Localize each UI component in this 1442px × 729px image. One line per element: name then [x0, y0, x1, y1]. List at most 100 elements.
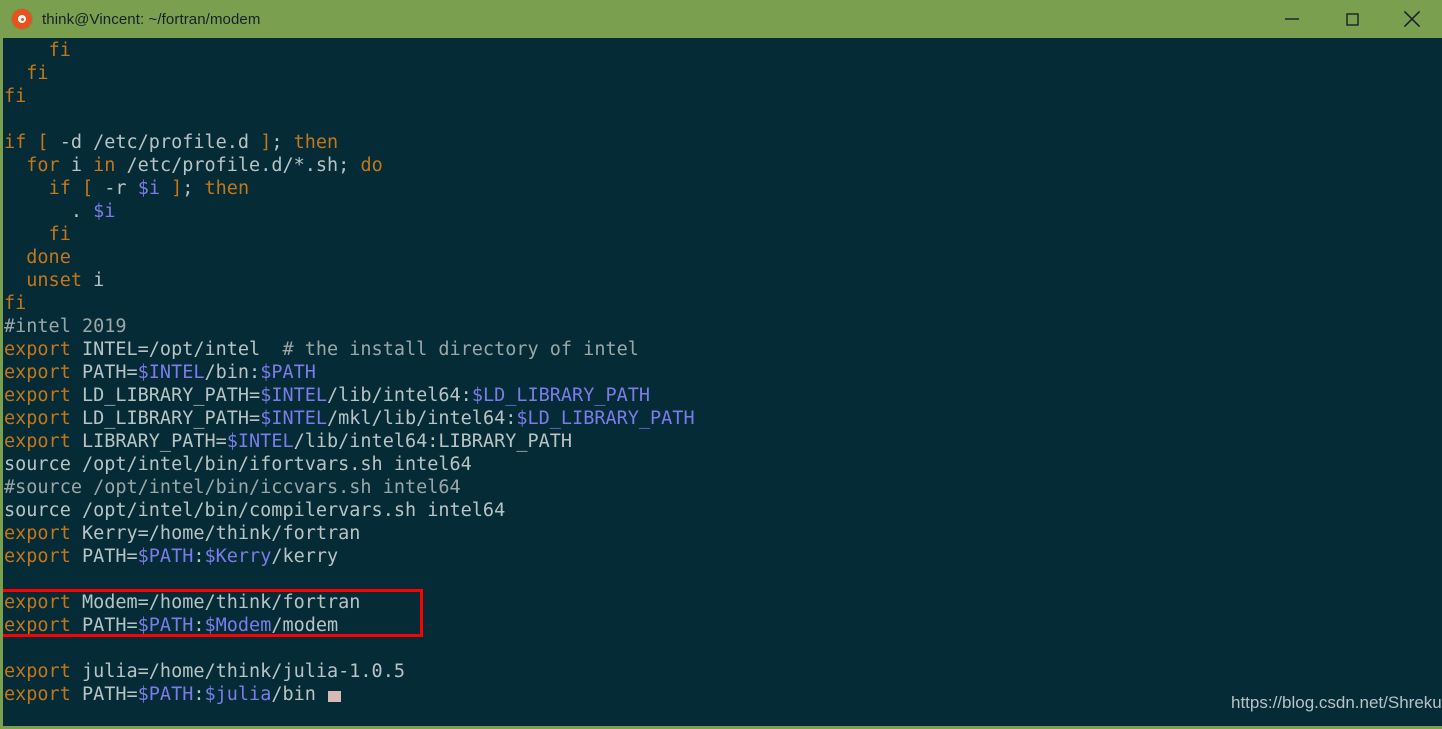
code-token-var: $LD_LIBRARY_PATH [516, 408, 695, 429]
code-token-kw: fi [48, 224, 71, 245]
code-token-txt: : [193, 546, 205, 567]
code-line: export PATH=$INTEL/bin:$PATH [3, 361, 1442, 384]
code-token-kw: export [4, 546, 71, 567]
code-line: export PATH=$PATH:$Modem/modem [3, 614, 1442, 637]
code-token-txt: /bin: [204, 362, 261, 383]
code-token-txt: : [193, 684, 205, 705]
code-line: fi [3, 292, 1442, 315]
code-line: fi [3, 39, 1442, 62]
code-token-kw: fi [26, 63, 49, 84]
csdn-watermark: https://blog.csdn.net/Shrekul [1231, 693, 1442, 712]
code-line: export PATH=$PATH:$julia/bin [3, 683, 1442, 706]
code-token-kw: export [4, 362, 71, 383]
code-line: source /opt/intel/bin/ifortvars.sh intel… [3, 453, 1442, 476]
code-token-txt: PATH= [70, 615, 138, 636]
code-token-txt: LD_LIBRARY_PATH= [70, 385, 261, 406]
code-line: export LIBRARY_PATH=$INTEL/lib/intel64:L… [3, 430, 1442, 453]
code-line: fi [3, 223, 1442, 246]
code-token-kw: fi [48, 40, 71, 61]
vim-buffer-lines: fi fi fi if [ -d /etc/profile.d ]; then f… [3, 39, 1442, 706]
maximize-button[interactable] [1322, 0, 1382, 38]
code-line: export julia=/home/think/julia-1.0.5 [3, 660, 1442, 683]
code-token-txt: ; [182, 178, 205, 199]
code-token-kw: for [26, 155, 60, 176]
window-title: think@Vincent: ~/fortran/modem [42, 10, 261, 28]
code-token-kw: export [4, 684, 71, 705]
code-line: source /opt/intel/bin/compilervars.sh in… [3, 499, 1442, 522]
code-line: #source /opt/intel/bin/iccvars.sh intel6… [3, 476, 1442, 499]
code-token-txt: i [59, 155, 94, 176]
code-token-kw: export [4, 661, 71, 682]
minimize-button[interactable] [1262, 0, 1322, 38]
ubuntu-logo-icon [12, 9, 32, 29]
terminal-frame: fi fi fi if [ -d /etc/profile.d ]; then f… [0, 38, 1442, 729]
code-token-var: $PATH [137, 615, 194, 636]
code-line: #intel 2019 [3, 315, 1442, 338]
code-token-txt: /kerry [271, 546, 339, 567]
code-token-kw: if [48, 178, 71, 199]
code-line: if [ -r $i ]; then [3, 177, 1442, 200]
code-token-kw: export [4, 523, 71, 544]
code-token-txt: source /opt/intel/bin/ifortvars.sh intel… [4, 454, 472, 475]
window-titlebar[interactable]: think@Vincent: ~/fortran/modem [0, 0, 1442, 38]
code-token-txt: LIBRARY_PATH= [70, 431, 227, 452]
code-token-kw: done [26, 247, 71, 268]
code-token-txt: INTEL=/opt/intel [70, 339, 283, 360]
code-token-var: $INTEL [260, 408, 328, 429]
code-token-var: $PATH [137, 546, 194, 567]
code-token-var: $PATH [260, 362, 316, 383]
code-line: for i in /etc/profile.d/*.sh; do [3, 154, 1442, 177]
code-token-cmt: #intel 2019 [4, 316, 127, 337]
code-token-txt: -r [93, 178, 138, 199]
code-token-kw: ] [171, 178, 183, 199]
code-token-kw: then [293, 132, 339, 153]
code-token-txt: /modem [271, 615, 339, 636]
close-button[interactable] [1382, 0, 1442, 38]
code-token-txt: /mkl/lib/intel64: [327, 408, 517, 429]
code-token-txt: : [193, 615, 205, 636]
terminal-window: think@Vincent: ~/fortran/modem fi fi fi … [0, 0, 1442, 729]
code-token-kw: do [360, 155, 383, 176]
minimize-icon [1285, 18, 1299, 20]
code-line: export LD_LIBRARY_PATH=$INTEL/lib/intel6… [3, 384, 1442, 407]
code-line: unset i [3, 269, 1442, 292]
code-line: export PATH=$PATH:$Kerry/kerry [3, 545, 1442, 568]
code-token-var: $Kerry [204, 546, 272, 567]
code-token-txt: /bin [271, 684, 316, 705]
code-token-txt: LD_LIBRARY_PATH= [70, 408, 261, 429]
code-token-var: $julia [204, 684, 272, 705]
code-token-txt: /lib/intel64: [327, 385, 472, 406]
code-token-cmt: #source /opt/intel/bin/iccvars.sh intel6… [4, 477, 461, 498]
code-token-kw: unset [26, 270, 82, 291]
code-token-txt: PATH= [70, 362, 138, 383]
code-token-txt: Kerry=/home/think/fortran [70, 523, 361, 544]
code-token-txt: i [81, 270, 105, 291]
code-token-txt: julia=/home/think/julia-1.0.5 [70, 661, 405, 682]
code-line: export Kerry=/home/think/fortran [3, 522, 1442, 545]
code-token-txt: Modem=/home/think/fortran [70, 592, 361, 613]
code-token-txt: /lib/intel64:LIBRARY_PATH [293, 431, 573, 452]
code-token-kw: export [4, 592, 71, 613]
code-token-kw: [ [37, 132, 49, 153]
code-line: . $i [3, 200, 1442, 223]
code-token-kw: then [204, 178, 250, 199]
code-line: fi [3, 62, 1442, 85]
code-token-var: $LD_LIBRARY_PATH [471, 385, 651, 406]
vim-editor-area[interactable]: fi fi fi if [ -d /etc/profile.d ]; then f… [3, 38, 1442, 726]
code-token-var: $INTEL [226, 431, 294, 452]
code-token-kw: export [4, 385, 71, 406]
code-token-kw: if [4, 132, 27, 153]
code-token-kw: export [4, 408, 71, 429]
code-token-kw: export [4, 615, 71, 636]
code-token-txt: . [4, 201, 94, 222]
code-token-kw: in [93, 155, 116, 176]
code-token-var: $INTEL [137, 362, 205, 383]
